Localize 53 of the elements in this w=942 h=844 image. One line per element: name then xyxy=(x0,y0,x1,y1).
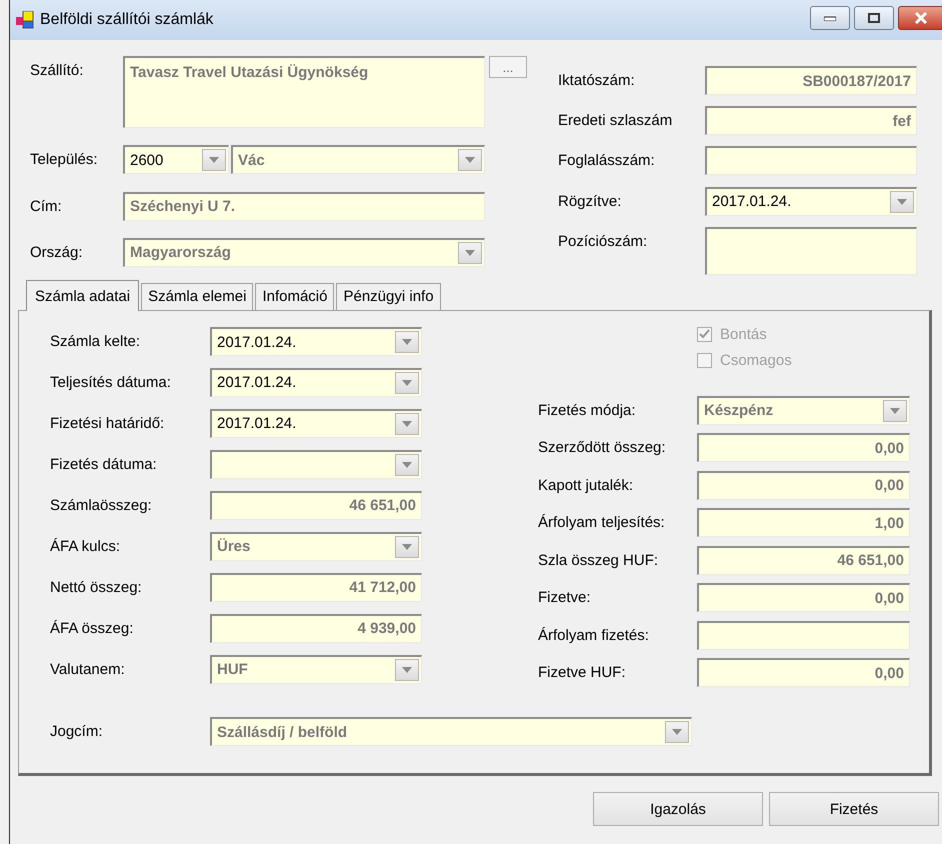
tab[interactable]: Infomáció xyxy=(255,283,334,310)
field-label: ÁFA összeg: xyxy=(50,618,134,639)
field-label: Foglalásszám: xyxy=(558,151,656,170)
field-label: Számlaösszeg: xyxy=(50,496,153,516)
browse-button[interactable]: ... xyxy=(489,56,527,78)
minimize-button[interactable] xyxy=(810,6,850,30)
field-label: Rögzítve: xyxy=(558,192,622,210)
field-label: Szállító: xyxy=(30,61,84,79)
close-icon xyxy=(914,12,928,24)
field-label: Nettó összeg: xyxy=(50,578,143,598)
text-field[interactable] xyxy=(705,226,917,275)
text-field[interactable] xyxy=(705,146,917,176)
field-label: Fizetés módja: xyxy=(538,400,637,420)
text-field[interactable] xyxy=(697,620,910,650)
field-label: Eredeti szlaszám xyxy=(558,111,674,130)
maximize-icon xyxy=(868,13,880,23)
combo-box[interactable]: 2017.01.24. xyxy=(210,408,422,438)
field-label: Árfolyam fizetés: xyxy=(538,626,650,646)
field-label: Árfolyam teljesítés: xyxy=(538,513,666,533)
tab[interactable]: Számla adatai xyxy=(26,280,140,311)
combo-box[interactable]: 2017.01.24. xyxy=(210,368,422,397)
combo-box[interactable] xyxy=(210,450,422,479)
action-button[interactable]: Fizetés xyxy=(769,792,939,826)
field-label: Valutanem: xyxy=(50,660,126,680)
field-label: Szerződött összeg: xyxy=(538,438,667,458)
tab[interactable]: Pénzügyi info xyxy=(336,283,441,310)
field-label: Jogcím: xyxy=(50,722,104,742)
combo-box[interactable]: 2017.01.24. xyxy=(705,186,917,216)
field-label: Cím: xyxy=(30,196,63,214)
field-label: Település: xyxy=(30,150,99,168)
action-button[interactable]: Igazolás xyxy=(593,792,763,826)
close-button[interactable] xyxy=(898,6,942,30)
minimize-icon xyxy=(824,15,836,21)
field-label: Számla kelte: xyxy=(50,332,142,352)
window-title: Belföldi szállítói számlák xyxy=(40,11,214,29)
field-label: Fizetési határidő: xyxy=(50,414,166,434)
maximize-button[interactable] xyxy=(854,6,894,30)
app-icon xyxy=(16,11,34,29)
field-label: Ország: xyxy=(30,242,84,261)
field-label: Szla összeg HUF: xyxy=(538,550,660,570)
tab[interactable]: Számla elemei xyxy=(141,283,254,310)
field-label: ÁFA kulcs: xyxy=(50,536,122,557)
combo-box[interactable]: 2600 xyxy=(123,145,229,174)
field-label: Fizetve: xyxy=(538,588,592,608)
field-label: Fizetve HUF: xyxy=(538,663,627,683)
field-label: Iktatószám: xyxy=(558,71,636,89)
combo-box[interactable]: 2017.01.24. xyxy=(210,327,422,356)
field-label: Fizetés dátuma: xyxy=(50,454,158,475)
field-label: Kapott jutalék: xyxy=(538,476,634,496)
field-label: Pozíciószám: xyxy=(558,232,648,250)
checkbox-label: Bontás xyxy=(720,326,767,342)
checkbox-label: Csomagos xyxy=(720,352,792,369)
field-label: Teljesítés dátuma: xyxy=(50,372,172,393)
